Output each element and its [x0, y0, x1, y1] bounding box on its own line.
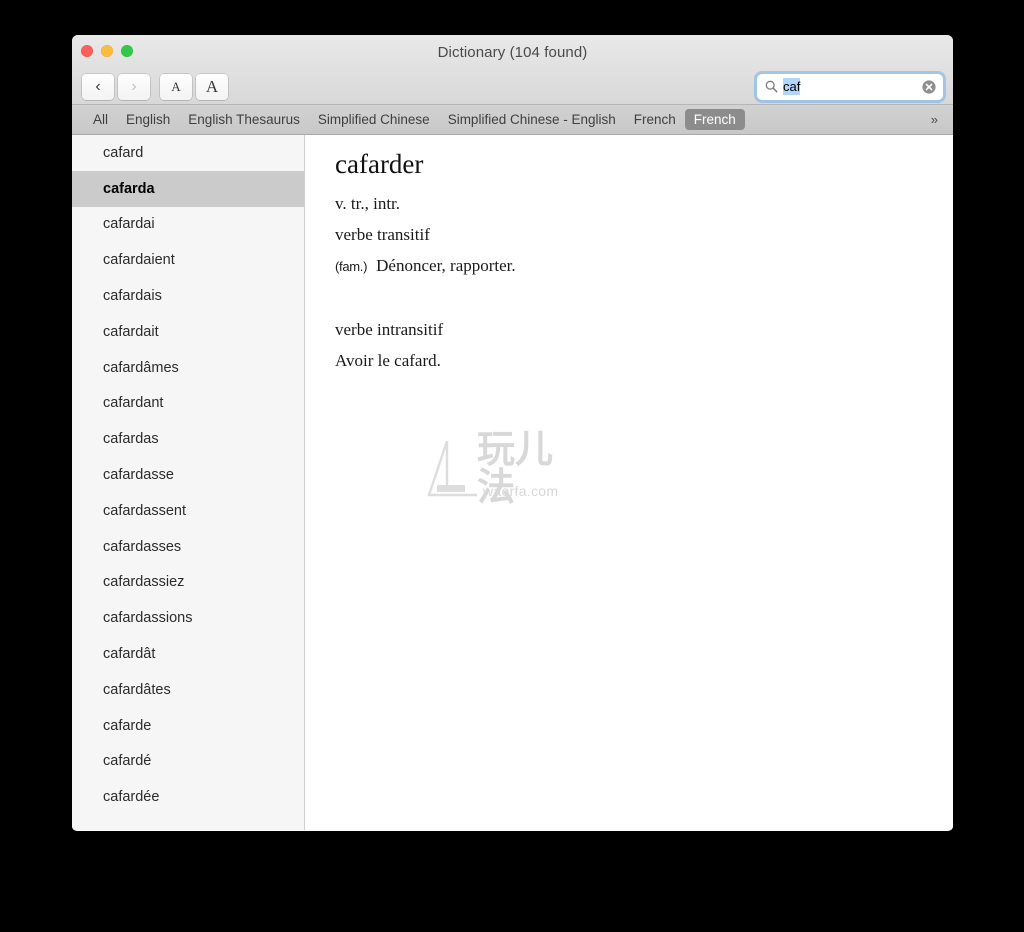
list-item[interactable]: cafard — [72, 135, 304, 171]
watermark: 玩儿法 waerfa.com — [425, 430, 585, 506]
sense-separator — [335, 282, 925, 314]
list-item[interactable]: cafardas — [72, 421, 304, 457]
dictionary-window: Dictionary (104 found) ‹ › A A caf All E… — [72, 35, 953, 831]
search-field[interactable]: caf — [757, 73, 943, 100]
chevron-right-icon: › — [131, 77, 137, 95]
list-item[interactable]: cafardai — [72, 207, 304, 243]
tab-overflow-button[interactable]: » — [925, 110, 943, 129]
watermark-cjk-text: 玩儿法 — [477, 427, 554, 509]
tab-simplified-chinese[interactable]: Simplified Chinese — [309, 109, 439, 130]
watermark-mark-icon — [427, 440, 477, 497]
window-titlebar: Dictionary (104 found) ‹ › A A caf — [72, 35, 953, 105]
sense-2-text: Avoir le cafard. — [335, 351, 441, 370]
list-item[interactable]: cafardasses — [72, 529, 304, 565]
headword: cafarder — [335, 149, 424, 179]
list-item[interactable]: cafardassiez — [72, 565, 304, 601]
minimize-window-button[interactable] — [101, 45, 113, 57]
sense-1-text: Dénoncer, rapporter. — [376, 256, 516, 275]
sense-2-label: verbe intransitif — [335, 320, 444, 339]
small-a-icon: A — [171, 78, 181, 94]
toolbar: ‹ › A A caf — [72, 68, 953, 105]
watermark-url-text: waerfa.com — [483, 483, 559, 499]
search-input-value[interactable]: caf — [783, 78, 801, 95]
list-item[interactable]: cafardée — [72, 779, 304, 815]
window-body: cafard cafarda cafardai cafardaient cafa… — [72, 135, 953, 830]
tab-all[interactable]: All — [84, 109, 117, 130]
list-item[interactable]: cafardâtes — [72, 672, 304, 708]
list-item[interactable]: cafardât — [72, 636, 304, 672]
list-item[interactable]: cafardant — [72, 386, 304, 422]
forward-button[interactable]: › — [118, 73, 150, 100]
list-item[interactable]: cafardassions — [72, 600, 304, 636]
list-item[interactable]: cafarde — [72, 708, 304, 744]
decrease-text-size-button[interactable]: A — [160, 73, 192, 100]
list-item[interactable]: cafardâmes — [72, 350, 304, 386]
zoom-window-button[interactable] — [121, 45, 133, 57]
tab-french-selected[interactable]: French — [684, 109, 745, 130]
tab-simplified-chinese-english[interactable]: Simplified Chinese - English — [439, 109, 625, 130]
list-item[interactable]: cafardassent — [72, 493, 304, 529]
search-icon — [765, 80, 778, 93]
chevron-left-icon: ‹ — [95, 77, 101, 95]
increase-text-size-button[interactable]: A — [196, 73, 228, 100]
dictionary-tabbar: All English English Thesaurus Simplified… — [72, 105, 953, 135]
list-item[interactable]: cafardasse — [72, 457, 304, 493]
grammar-line: v. tr., intr. — [335, 194, 401, 213]
sense-1-label: verbe transitif — [335, 225, 430, 244]
entry-list-sidebar[interactable]: cafard cafarda cafardai cafardaient cafa… — [72, 135, 305, 830]
tab-english-thesaurus[interactable]: English Thesaurus — [179, 109, 309, 130]
close-window-button[interactable] — [81, 45, 93, 57]
traffic-light-group — [81, 45, 133, 57]
tab-english[interactable]: English — [117, 109, 179, 130]
definition-pane[interactable]: cafarder v. tr., intr. verbe transitif (… — [305, 135, 953, 830]
list-item[interactable]: cafardé — [72, 744, 304, 780]
large-a-icon: A — [205, 76, 219, 96]
clear-search-icon[interactable] — [922, 79, 936, 94]
back-button[interactable]: ‹ — [82, 73, 114, 100]
navigation-button-group: ‹ › — [82, 73, 150, 100]
list-item[interactable]: cafardaient — [72, 242, 304, 278]
window-title: Dictionary (104 found) — [437, 44, 588, 61]
tab-french[interactable]: French — [625, 109, 685, 130]
list-item[interactable]: cafardais — [72, 278, 304, 314]
register-label: (fam.) — [335, 259, 368, 274]
text-size-button-group: A A — [160, 73, 228, 100]
sense-1-body: (fam.) Dénoncer, rapporter. — [335, 250, 925, 282]
list-item[interactable]: cafardait — [72, 314, 304, 350]
list-item[interactable]: cafarda — [72, 170, 304, 207]
